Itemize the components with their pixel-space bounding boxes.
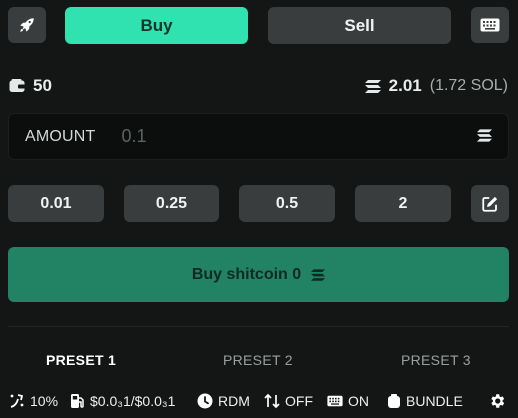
slippage-setting[interactable]: 10% xyxy=(9,393,58,409)
keyboard-icon xyxy=(480,18,500,32)
amount-field[interactable]: AMOUNT xyxy=(8,113,509,160)
solana-icon xyxy=(477,129,492,142)
slippage-value: 10% xyxy=(30,393,59,409)
tab-preset-1[interactable]: PRESET 1 xyxy=(46,352,116,368)
amount-label: AMOUNT xyxy=(25,127,96,145)
keyboard-value: ON xyxy=(348,393,369,409)
sol-balance-detail: (1.72 SOL) xyxy=(429,77,508,94)
buy-submit-label: Buy shitcoin 0 xyxy=(191,265,302,283)
wallet-count-value: 50 xyxy=(33,76,52,95)
slippage-icon xyxy=(9,393,25,409)
gear-icon xyxy=(488,392,506,410)
edit-amounts-button[interactable] xyxy=(471,185,509,222)
sol-balance: 2.01 (1.72 SOL) xyxy=(364,76,508,96)
sol-balance-value: 2.01 xyxy=(388,76,422,95)
quick-amount-button[interactable]: 0.01 xyxy=(8,185,104,222)
keyboard-button[interactable] xyxy=(471,7,509,43)
swap-arrows-icon xyxy=(264,393,280,409)
gas-pump-icon xyxy=(70,393,85,409)
autosell-value: OFF xyxy=(285,393,313,409)
quick-amount-button[interactable]: 0.5 xyxy=(239,185,335,222)
quick-amount-button[interactable]: 2 xyxy=(355,185,451,222)
tab-sell[interactable]: Sell xyxy=(268,7,451,44)
clock-icon xyxy=(197,393,213,409)
keyboard-icon xyxy=(327,395,343,407)
settings-button[interactable] xyxy=(488,392,506,410)
quick-amount-button[interactable]: 0.25 xyxy=(124,185,219,222)
wallet-count: 50 xyxy=(9,76,52,96)
divider xyxy=(8,326,509,327)
rocket-icon xyxy=(18,16,36,34)
autosell-setting[interactable]: OFF xyxy=(264,393,313,409)
solana-icon xyxy=(364,79,381,93)
bundle-value: BUNDLE xyxy=(406,393,463,409)
edit-icon xyxy=(481,195,499,213)
mode-value: RDM xyxy=(218,393,250,409)
wallet-icon xyxy=(9,79,25,93)
buy-submit-button[interactable]: Buy shitcoin 0 xyxy=(8,247,509,302)
status-bar: 10% $0.0₃1/$0.0₃1 RDM OFF ON BUNDLE xyxy=(0,391,518,411)
fee-value: $0.0₃1/$0.0₃1 xyxy=(90,393,176,409)
solana-icon xyxy=(311,268,326,281)
tab-buy[interactable]: Buy xyxy=(65,7,248,44)
tab-preset-2[interactable]: PRESET 2 xyxy=(223,352,293,368)
rocket-button[interactable] xyxy=(8,7,46,43)
amount-input[interactable] xyxy=(121,126,422,147)
bundle-icon xyxy=(387,393,401,409)
mode-setting[interactable]: RDM xyxy=(197,393,250,409)
keyboard-setting[interactable]: ON xyxy=(327,393,369,409)
tab-preset-3[interactable]: PRESET 3 xyxy=(401,352,471,368)
fee-setting[interactable]: $0.0₃1/$0.0₃1 xyxy=(70,393,175,409)
bundle-setting[interactable]: BUNDLE xyxy=(387,393,463,409)
